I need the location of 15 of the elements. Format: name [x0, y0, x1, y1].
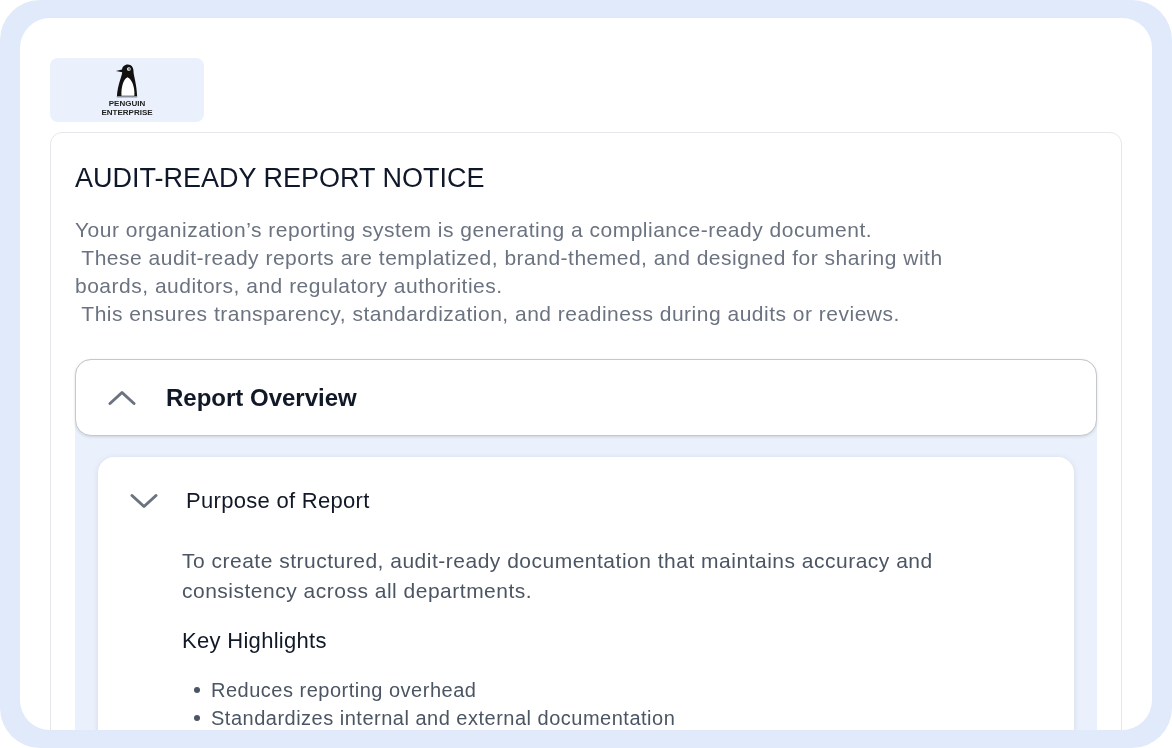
bullet-icon [194, 715, 200, 721]
logo-text: PENGUIN [108, 99, 146, 108]
section-subheading: Key Highlights [182, 627, 327, 655]
section-header[interactable]: Purpose of Report [98, 485, 374, 517]
highlight-text: Reduces reporting overhead [211, 678, 477, 703]
highlight-text: Standardizes internal and external documentation [211, 706, 676, 730]
penguin-icon [115, 63, 139, 99]
notice-description: Your organization’s reporting system is generating a compliance-ready document. These audit-ready reports are templatized, brand-themed, and designed for sharing with boards, auditors, and regulatory authorities. This ensures transparency, standardization, and readiness during audits or reviews. [75, 217, 944, 327]
logo-text: ENTERPRISE [101, 108, 153, 117]
notice-title: AUDIT-READY REPORT NOTICE [75, 162, 485, 195]
accordion-header[interactable]: Report Overview [75, 359, 1097, 436]
chevron-up-icon [108, 389, 136, 406]
section-description: To create structured, audit-ready documentation that maintains accuracy and consistency across all departments. [182, 548, 934, 604]
chevron-down-icon [130, 493, 158, 509]
bullet-icon [194, 687, 200, 693]
